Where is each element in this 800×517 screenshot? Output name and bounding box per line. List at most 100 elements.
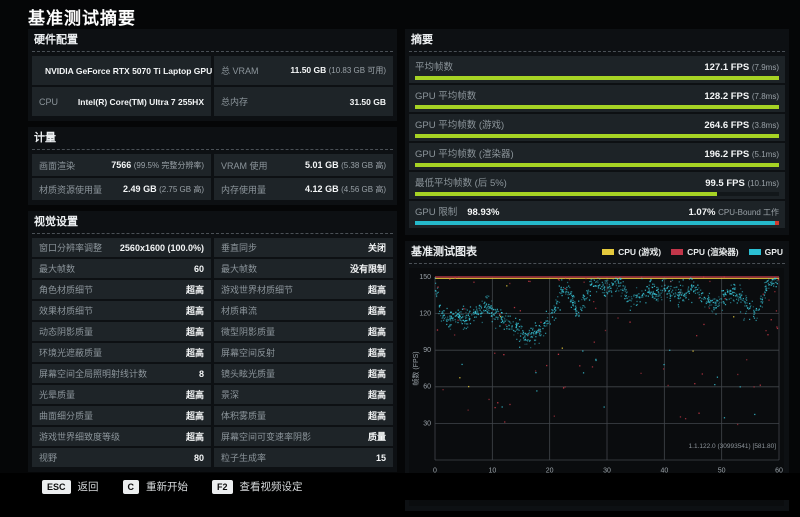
metric-cell-vram-usage: VRAM 使用 5.01 GB (5.38 GB 高) <box>214 154 393 176</box>
legend-item-gpu: GPU <box>748 245 783 259</box>
gpu-bound-bar-gpu-segment <box>415 221 776 225</box>
section-title-visual-settings: 视觉设置 <box>32 213 393 234</box>
page-title: 基准测试摘要 <box>28 9 136 28</box>
cell-value: 11.50 GB (10.83 GB 可用) <box>290 65 386 75</box>
setting-cell-ssr: 屏幕空间反射 超高 <box>214 343 393 362</box>
summary-title-text: 摘要 <box>411 34 433 46</box>
fps-bar-track <box>415 163 779 167</box>
chart-legend: CPU (游戏) CPU (渲染器) GPU <box>602 245 783 259</box>
setting-cell-volumetric-fog: 体积雾质量 超高 <box>214 406 393 425</box>
cell-label: 画面渲染 <box>39 160 76 171</box>
cell-label: 总内存 <box>221 97 249 107</box>
section-metrics: 计量 画面渲染 7566 (99.5% 完整分辨率) VRAM 使用 5.01 … <box>28 127 397 205</box>
setting-cell-vrs: 屏幕空间可变速率阴影 质量 <box>214 427 393 446</box>
summary-row-low-5pct-fps: 最低平均帧数 (后 5%) 99.5 FPS (10.1ms) <box>409 172 785 199</box>
metric-cell-memory-usage: 内存使用量 4.12 GB (4.56 GB 高) <box>214 178 393 200</box>
fps-bar-fill <box>415 163 779 167</box>
cell-label: VRAM 使用 <box>221 160 268 171</box>
setting-cell-particle-rate: 粒子生成率 15 <box>214 448 393 467</box>
gpu-bound-bar-track <box>415 221 779 225</box>
footer-hotkey-bar: ESC 返回 C 重新开始 F2 查看视频设定 <box>0 473 800 500</box>
section-visual-settings: 视觉设置 窗口分辨率调整 2560x1600 (100.0%) 垂直同步 关闭 最大… <box>28 211 397 472</box>
setting-cell-bloom: 光晕质量 超高 <box>32 385 211 404</box>
fps-bar-track <box>415 192 779 196</box>
benchmark-summary-screen: 基准测试摘要 硬件配置 GPU NVIDIA GeForce RTX 5070 … <box>0 0 800 511</box>
summary-row-gpu-avg-fps-renderer: GPU 平均帧数 (渲染器) 196.2 FPS (5.1ms) <box>409 143 785 170</box>
fps-bar-fill <box>415 76 779 80</box>
setting-cell-lens-flare: 镜头眩光质量 超高 <box>214 364 393 383</box>
fps-bar-fill <box>415 192 718 196</box>
gpu-bound-bar-cpu-segment <box>775 221 779 225</box>
fps-bar-fill <box>415 105 779 109</box>
cell-label: CPU <box>39 96 59 107</box>
section-benchmark-chart: 基准测试图表 CPU (游戏) CPU (渲染器) GPU <box>405 241 789 511</box>
setting-cell-character-texture: 角色材质细节 超高 <box>32 280 211 299</box>
cell-value: Intel(R) Core(TM) Ultra 7 255HX <box>77 96 204 107</box>
setting-cell-vsync: 垂直同步 关闭 <box>214 238 393 257</box>
visual-title-text: 视觉设置 <box>34 216 78 228</box>
fps-bar-fill <box>415 134 779 138</box>
summary-row-gpu-avg-fps-game: GPU 平均帧数 (游戏) 264.6 FPS (3.8ms) <box>409 114 785 141</box>
restart-label: 重新开始 <box>146 481 189 493</box>
visual-settings-grid: 窗口分辨率调整 2560x1600 (100.0%) 垂直同步 关闭 最大帧数 60 … <box>32 238 393 467</box>
cell-value: 5.01 GB (5.38 GB 高) <box>305 159 386 170</box>
hardware-cell-total-vram: 总 VRAM 11.50 GB (10.83 GB 可用) <box>214 56 393 85</box>
content-columns: 硬件配置 GPU NVIDIA GeForce RTX 5070 Ti Lapt… <box>28 29 789 517</box>
fps-bar-track <box>415 76 779 80</box>
legend-swatch-red <box>671 249 684 255</box>
esc-key-button[interactable]: ESC <box>42 479 71 494</box>
summary-row-avg-fps: 平均帧数 127.1 FPS (7.9ms) <box>409 56 785 83</box>
legend-swatch-yellow <box>602 249 615 255</box>
setting-cell-world-texture: 游戏世界材质细节 超高 <box>214 280 393 299</box>
cell-label: 总 VRAM <box>221 66 259 76</box>
setting-cell-texture-streaming: 材质串流 超高 <box>214 301 393 320</box>
benchmark-chart-canvas <box>409 268 784 506</box>
right-column: 摘要 平均帧数 127.1 FPS (7.9ms) GPU 平均帧数 128.2… <box>405 29 789 517</box>
cell-value: 4.12 GB (4.56 GB 高) <box>305 183 386 194</box>
cell-label: 内存使用量 <box>221 184 267 195</box>
setting-cell-ambient-occlusion: 环境光遮蔽质量 超高 <box>32 343 211 362</box>
metric-cell-frames-rendered: 画面渲染 7566 (99.5% 完整分辨率) <box>32 154 211 176</box>
video-settings-label: 查看视频设定 <box>239 481 303 493</box>
cell-value: 31.50 GB <box>349 96 386 107</box>
restart-key-button[interactable]: C <box>122 479 140 494</box>
chart-header: 基准测试图表 CPU (游戏) CPU (渲染器) GPU <box>409 243 785 264</box>
setting-cell-effects-texture: 效果材质细节 超高 <box>32 301 211 320</box>
metrics-title-text: 计量 <box>34 132 56 144</box>
setting-cell-tessellation: 曲面细分质量 超高 <box>32 406 211 425</box>
cell-label: 材质资源使用量 <box>39 184 103 195</box>
cell-value: 7566 (99.5% 完整分辨率) <box>111 159 204 170</box>
hardware-cell-total-memory: 总内存 31.50 GB <box>214 87 393 116</box>
metrics-grid: 画面渲染 7566 (99.5% 完整分辨率) VRAM 使用 5.01 GB … <box>32 154 393 200</box>
setting-cell-fov: 视野 80 <box>32 448 211 467</box>
setting-cell-ssgi-rays: 屏幕空间全局照明射线计数 8 <box>32 364 211 383</box>
left-column: 硬件配置 GPU NVIDIA GeForce RTX 5070 Ti Lapt… <box>28 29 397 517</box>
setting-cell-depth-of-field: 景深 超高 <box>214 385 393 404</box>
chart-title-text: 基准测试图表 <box>411 246 477 258</box>
metric-cell-texture-usage: 材质资源使用量 2.49 GB (2.75 GB 高) <box>32 178 211 200</box>
section-hardware: 硬件配置 GPU NVIDIA GeForce RTX 5070 Ti Lapt… <box>28 29 397 121</box>
section-title-summary: 摘要 <box>409 31 785 52</box>
hardware-cell-gpu: GPU NVIDIA GeForce RTX 5070 Ti Laptop GP… <box>32 56 213 85</box>
setting-cell-max-fps-limit: 最大帧数 没有限制 <box>214 259 393 278</box>
setting-cell-resolution-scale: 窗口分辨率调整 2560x1600 (100.0%) <box>32 238 211 257</box>
section-summary: 摘要 平均帧数 127.1 FPS (7.9ms) GPU 平均帧数 128.2… <box>405 29 789 235</box>
hardware-title-text: 硬件配置 <box>34 34 78 46</box>
cell-value: 2.49 GB (2.75 GB 高) <box>123 183 204 194</box>
legend-item-cpu-renderer: CPU (渲染器) <box>671 245 739 259</box>
setting-cell-max-fps: 最大帧数 60 <box>32 259 211 278</box>
hardware-grid: GPU NVIDIA GeForce RTX 5070 Ti Laptop GP… <box>32 56 393 116</box>
summary-row-gpu-avg-fps: GPU 平均帧数 128.2 FPS (7.8ms) <box>409 85 785 112</box>
setting-cell-micro-shadow: 微型阴影质量 超高 <box>214 322 393 341</box>
fps-bar-track <box>415 134 779 138</box>
setting-cell-dynamic-shadow: 动态阴影质量 超高 <box>32 322 211 341</box>
section-title-metrics: 计量 <box>32 129 393 150</box>
legend-item-cpu-game: CPU (游戏) <box>602 245 661 259</box>
section-title-hardware: 硬件配置 <box>32 31 393 52</box>
summary-row-gpu-bound: GPU 限制 98.93% 1.07% CPU-Bound 工作 <box>409 201 785 228</box>
video-settings-key-button[interactable]: F2 <box>212 479 233 494</box>
cell-value: NVIDIA GeForce RTX 5070 Ti Laptop GPU <box>45 65 213 76</box>
hardware-cell-cpu: CPU Intel(R) Core(TM) Ultra 7 255HX <box>32 87 211 116</box>
back-label: 返回 <box>77 481 99 493</box>
setting-cell-world-lod: 游戏世界细致度等级 超高 <box>32 427 211 446</box>
